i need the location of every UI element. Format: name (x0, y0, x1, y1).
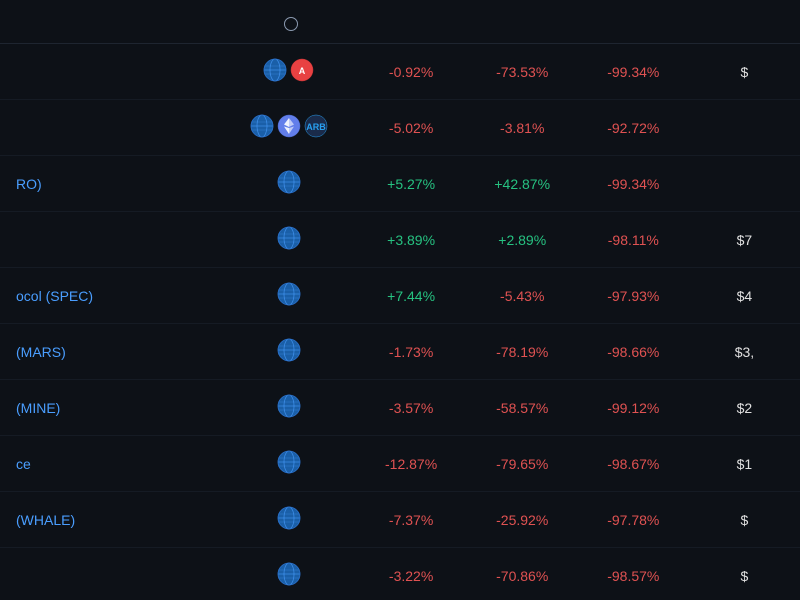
table-row: (WHALE) -7.37%-25.92%-97.78%$ (0, 492, 800, 548)
row-change-1m: -99.34% (578, 156, 689, 212)
table-row: ARB -5.02%-3.81%-92.72% (0, 100, 800, 156)
table-row: A -0.92%-73.53%-99.34%$ (0, 44, 800, 100)
col-header-extra (689, 0, 800, 44)
row-change-1m: -98.57% (578, 548, 689, 600)
row-change-7d: -58.57% (467, 380, 578, 436)
globe-chain-icon (277, 506, 301, 533)
table-body: A -0.92%-73.53%-99.34%$ ARB -5.02%-3.81%… (0, 44, 800, 600)
row-change-1m: -99.34% (578, 44, 689, 100)
table-row: -3.22%-70.86%-98.57%$ (0, 548, 800, 600)
row-extra: $ (689, 44, 800, 100)
row-name[interactable]: ocol (SPEC) (0, 268, 222, 324)
row-change-1m: -97.78% (578, 492, 689, 548)
eth-chain-icon (277, 114, 301, 141)
row-chains: A (222, 44, 355, 100)
globe-chain-icon (277, 562, 301, 589)
row-extra (689, 100, 800, 156)
row-name[interactable]: (MARS) (0, 324, 222, 380)
row-change-7d: -73.53% (467, 44, 578, 100)
col-header-7d (467, 0, 578, 44)
row-chains (222, 492, 355, 548)
table-header-row (0, 0, 800, 44)
globe-chain-icon (277, 450, 301, 477)
row-extra: $7 (689, 212, 800, 268)
row-chains (222, 156, 355, 212)
svg-text:A: A (299, 66, 306, 76)
row-change-1d: +5.27% (356, 156, 467, 212)
row-extra: $ (689, 548, 800, 600)
row-change-7d: -78.19% (467, 324, 578, 380)
row-extra: $ (689, 492, 800, 548)
globe-chain-icon (263, 58, 287, 85)
row-change-1m: -98.67% (578, 436, 689, 492)
table-row: (MARS) -1.73%-78.19%-98.66%$3, (0, 324, 800, 380)
row-change-1d: -1.73% (356, 324, 467, 380)
table-row: ocol (SPEC) +7.44%-5.43%-97.93%$4 (0, 268, 800, 324)
globe-chain-icon (250, 114, 274, 141)
row-change-1m: -98.66% (578, 324, 689, 380)
avax-chain-icon: A (290, 58, 314, 85)
svg-text:ARB: ARB (306, 122, 326, 132)
row-extra: $3, (689, 324, 800, 380)
globe-chain-icon (277, 282, 301, 309)
globe-chain-icon (277, 394, 301, 421)
row-chains (222, 380, 355, 436)
row-name[interactable]: (MINE) (0, 380, 222, 436)
col-header-1m (578, 0, 689, 44)
row-change-1d: -7.37% (356, 492, 467, 548)
table-row: ce -12.87%-79.65%-98.67%$1 (0, 436, 800, 492)
row-extra (689, 156, 800, 212)
row-name[interactable]: (WHALE) (0, 492, 222, 548)
row-name[interactable]: RO) (0, 156, 222, 212)
row-change-1d: -5.02% (356, 100, 467, 156)
row-chains (222, 212, 355, 268)
row-change-1m: -97.93% (578, 268, 689, 324)
row-name[interactable]: ce (0, 436, 222, 492)
row-change-1m: -98.11% (578, 212, 689, 268)
table-row: (MINE) -3.57%-58.57%-99.12%$2 (0, 380, 800, 436)
col-header-name (0, 0, 222, 44)
row-change-1m: -99.12% (578, 380, 689, 436)
row-change-7d: -25.92% (467, 492, 578, 548)
row-name[interactable] (0, 44, 222, 100)
row-change-7d: -3.81% (467, 100, 578, 156)
row-change-1d: +7.44% (356, 268, 467, 324)
row-change-1d: -3.22% (356, 548, 467, 600)
row-change-1d: -3.57% (356, 380, 467, 436)
row-change-1d: +3.89% (356, 212, 467, 268)
row-change-7d: -70.86% (467, 548, 578, 600)
row-change-1d: -0.92% (356, 44, 467, 100)
row-chains (222, 548, 355, 600)
col-header-chains (222, 0, 355, 44)
row-chains: ARB (222, 100, 355, 156)
col-header-1d (356, 0, 467, 44)
row-change-7d: +2.89% (467, 212, 578, 268)
row-change-7d: +42.87% (467, 156, 578, 212)
row-name[interactable] (0, 100, 222, 156)
row-extra: $4 (689, 268, 800, 324)
table-row: RO) +5.27%+42.87%-99.34% (0, 156, 800, 212)
row-change-1d: -12.87% (356, 436, 467, 492)
row-extra: $2 (689, 380, 800, 436)
chains-info-icon[interactable] (284, 17, 298, 31)
row-change-7d: -5.43% (467, 268, 578, 324)
row-chains (222, 436, 355, 492)
row-chains (222, 324, 355, 380)
arb-chain-icon: ARB (304, 114, 328, 141)
row-name[interactable] (0, 212, 222, 268)
globe-chain-icon (277, 226, 301, 253)
main-table-container: A -0.92%-73.53%-99.34%$ ARB -5.02%-3.81%… (0, 0, 800, 600)
globe-chain-icon (277, 170, 301, 197)
row-extra: $1 (689, 436, 800, 492)
table-row: +3.89%+2.89%-98.11%$7 (0, 212, 800, 268)
chains-header-group (280, 17, 298, 31)
crypto-table: A -0.92%-73.53%-99.34%$ ARB -5.02%-3.81%… (0, 0, 800, 600)
row-chains (222, 268, 355, 324)
row-name[interactable] (0, 548, 222, 600)
row-change-7d: -79.65% (467, 436, 578, 492)
globe-chain-icon (277, 338, 301, 365)
row-change-1m: -92.72% (578, 100, 689, 156)
